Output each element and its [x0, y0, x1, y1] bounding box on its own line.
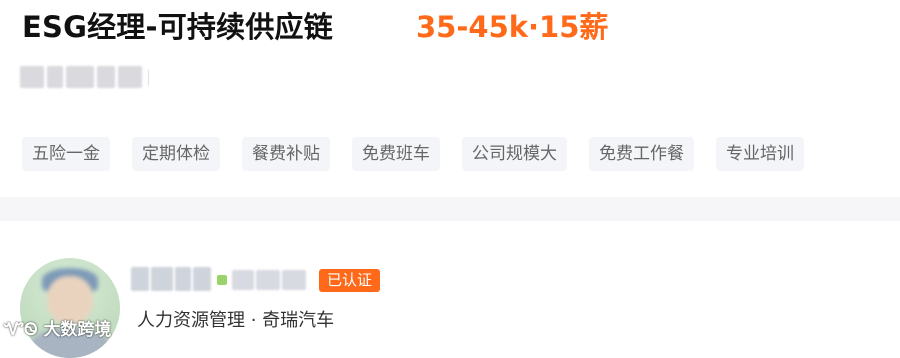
verified-badge: 已认证: [319, 269, 381, 292]
benefit-tag: 免费工作餐: [589, 137, 694, 171]
recruiter-role-company: 人力资源管理 · 奇瑞汽车: [137, 310, 335, 331]
benefit-tag: 定期体检: [132, 137, 220, 171]
job-title: ESG经理-可持续供应链: [22, 10, 333, 44]
benefit-tag: 专业培训: [716, 137, 804, 171]
benefit-tags: 五险一金 定期体检 餐费补贴 免费班车 公司规模大 免费工作餐 专业培训: [22, 137, 804, 171]
watermark: ᏉᏫ 大数跨境: [4, 315, 111, 340]
section-separator: [0, 197, 900, 221]
online-status-icon: [217, 275, 227, 285]
recruiter-avatar[interactable]: [20, 258, 120, 358]
job-meta-redacted: [20, 66, 142, 88]
watermark-logo-icon: ᏉᏫ: [4, 320, 38, 340]
watermark-text: 大数跨境: [43, 320, 112, 340]
recruiter-name-redacted: [131, 267, 211, 291]
active-status-redacted: [232, 270, 306, 290]
benefit-tag: 免费班车: [352, 137, 440, 171]
benefit-tag: 公司规模大: [462, 137, 567, 171]
benefit-tag: 五险一金: [22, 137, 110, 171]
salary-range: 35-45k·15薪: [416, 10, 609, 44]
meta-divider: [148, 70, 149, 86]
benefit-tag: 餐费补贴: [242, 137, 330, 171]
